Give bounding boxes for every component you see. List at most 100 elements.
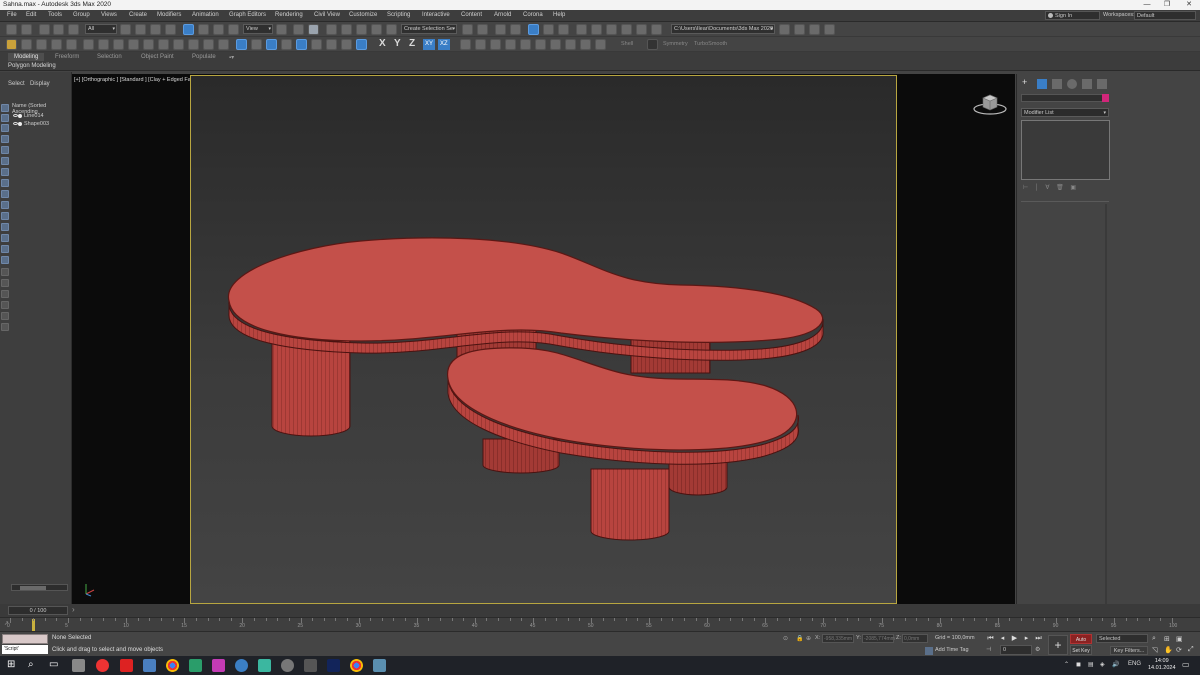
scene-node[interactable]: Line014: [13, 113, 44, 119]
scene-node[interactable]: Shape003: [13, 121, 49, 127]
align-icon[interactable]: [477, 24, 488, 35]
cylinder-icon[interactable]: [128, 39, 139, 50]
menu-file[interactable]: File: [7, 12, 17, 18]
orbit-icon[interactable]: ⟳: [1176, 646, 1182, 654]
filter-cameras-icon[interactable]: [1, 135, 9, 143]
zoom-all-icon[interactable]: ⊞: [1164, 635, 1170, 643]
command-panel-scrollbar[interactable]: [1105, 204, 1107, 604]
chrome-icon[interactable]: [166, 659, 179, 672]
filter-containers-icon[interactable]: [1, 201, 9, 209]
scene-canvas[interactable]: [191, 76, 897, 604]
checker-icon[interactable]: [535, 39, 546, 50]
filter-shapes-icon[interactable]: [1, 114, 9, 122]
toggle-ribbon-icon[interactable]: [528, 24, 539, 35]
menu-customize[interactable]: Customize: [349, 12, 377, 18]
teapot-icon[interactable]: [21, 39, 32, 50]
menu-group[interactable]: Group: [73, 12, 90, 18]
maxscript-mini-listener[interactable]: 'Script': [2, 645, 48, 654]
a360-gallery-icon[interactable]: [651, 24, 662, 35]
select-and-rotate-icon[interactable]: [198, 24, 209, 35]
yandex-icon[interactable]: [120, 659, 133, 672]
filter-invert-icon[interactable]: [1, 256, 9, 264]
project-folder-dropdown[interactable]: C:\Users\Ilear\Documents\3ds Max 2020: [671, 24, 775, 34]
creative-app-icon[interactable]: [212, 659, 225, 672]
open-project-icon[interactable]: [809, 24, 820, 35]
chamfer-icon[interactable]: [595, 39, 606, 50]
media-app-icon[interactable]: [304, 659, 317, 672]
percent-snap-icon[interactable]: [356, 24, 367, 35]
utilities-tab-icon[interactable]: [1097, 79, 1107, 89]
display-children-icon[interactable]: [1, 279, 9, 287]
3ds-max-icon[interactable]: [258, 659, 271, 672]
current-frame-field[interactable]: 0: [1000, 645, 1032, 655]
key-selection-dropdown[interactable]: Selected: [1096, 634, 1148, 643]
tab-modeling[interactable]: Modeling: [8, 53, 45, 61]
array-icon[interactable]: [158, 39, 169, 50]
snaps-toggle-icon[interactable]: [326, 24, 337, 35]
selection-filter-dropdown[interactable]: All: [85, 24, 117, 34]
field-of-view-icon[interactable]: ◹: [1152, 646, 1157, 654]
auto-key-button[interactable]: Auto Key: [1070, 634, 1092, 653]
minimize-button[interactable]: —: [1136, 0, 1158, 10]
constrain-edge-icon[interactable]: [311, 39, 322, 50]
render-in-cloud-icon[interactable]: [636, 24, 647, 35]
edit-named-selection-icon[interactable]: [386, 24, 397, 35]
photoshop-icon[interactable]: [327, 659, 340, 672]
system-clock[interactable]: 14:09 14.01.2024: [1148, 658, 1176, 672]
viewcube-icon[interactable]: [972, 90, 1008, 118]
undo-icon[interactable]: [6, 24, 17, 35]
constrain-x-button[interactable]: X: [379, 38, 386, 49]
relax-icon[interactable]: [520, 39, 531, 50]
place-highlight-icon[interactable]: [218, 39, 229, 50]
select-and-scale-icon[interactable]: [213, 24, 224, 35]
window-crossing-icon[interactable]: [165, 24, 176, 35]
key-mode-icon[interactable]: ⊣: [986, 646, 991, 653]
notifications-icon[interactable]: ▭: [1182, 660, 1190, 669]
isolate-selection-icon[interactable]: ⊙: [783, 635, 788, 642]
restore-button[interactable]: ❐: [1156, 0, 1178, 10]
windows-start-icon[interactable]: ⊞: [7, 659, 15, 670]
explorer-scrollbar[interactable]: [11, 584, 68, 591]
maximize-viewport-icon[interactable]: ⤢: [1188, 646, 1194, 654]
configure-sets-icon[interactable]: ▣: [1070, 185, 1076, 191]
menu-rendering[interactable]: Rendering: [275, 12, 303, 18]
close-button[interactable]: ✕: [1178, 0, 1200, 10]
named-selection-dropdown[interactable]: Create Selection Se: [401, 24, 457, 34]
absolute-mode-icon[interactable]: ⊕: [806, 635, 811, 642]
object-color-swatch[interactable]: [1102, 94, 1109, 102]
defender-icon[interactable]: ◼: [1076, 661, 1081, 668]
go-to-start-icon[interactable]: ⏮: [986, 634, 995, 643]
pan-view-icon[interactable]: ✋: [1164, 646, 1173, 654]
unlink-icon[interactable]: [53, 24, 64, 35]
set-key-button[interactable]: Set Key: [1070, 645, 1092, 655]
filter-geometry-icon[interactable]: [1, 104, 9, 112]
tray-expand-icon[interactable]: ⌃: [1064, 661, 1069, 668]
sphere-icon[interactable]: [83, 39, 94, 50]
filter-xrefs-icon[interactable]: [1, 179, 9, 187]
settings-app-icon[interactable]: [281, 659, 294, 672]
freeze-dot-icon[interactable]: [18, 114, 22, 118]
symmetry-label[interactable]: Symmetry: [663, 41, 688, 47]
workspace-dropdown[interactable]: Default: [1134, 11, 1196, 20]
search-icon[interactable]: ⌕: [28, 659, 34, 670]
shell-label[interactable]: Shell: [621, 41, 633, 47]
menu-arnold[interactable]: Arnold: [494, 12, 511, 18]
menu-content[interactable]: Content: [461, 12, 482, 18]
symmetry-icon[interactable]: [647, 39, 658, 50]
menu-help[interactable]: Help: [553, 12, 565, 18]
camera-icon[interactable]: [36, 39, 47, 50]
filter-spacewarps-icon[interactable]: [1, 157, 9, 165]
filter-helpers-icon[interactable]: [1, 146, 9, 154]
network-icon[interactable]: ▤: [1088, 661, 1094, 668]
spinner-snap-icon[interactable]: [371, 24, 382, 35]
key-filters-button[interactable]: Key Filters...: [1110, 646, 1148, 655]
constrain-z-button[interactable]: Z: [409, 38, 415, 49]
layer-icon[interactable]: [1, 323, 9, 331]
reference-coordinate-dropdown[interactable]: View: [243, 24, 273, 34]
tab-freeform[interactable]: Freeform: [55, 54, 79, 60]
create-tab-icon[interactable]: +: [1022, 77, 1032, 87]
paint-deform-icon[interactable]: [341, 39, 352, 50]
viewport-label[interactable]: [+] [Orthographic ] [Standard ] [Clay + …: [74, 77, 202, 83]
element-mode-icon[interactable]: [296, 39, 307, 50]
3ds-max-taskbar-icon[interactable]: [143, 659, 156, 672]
